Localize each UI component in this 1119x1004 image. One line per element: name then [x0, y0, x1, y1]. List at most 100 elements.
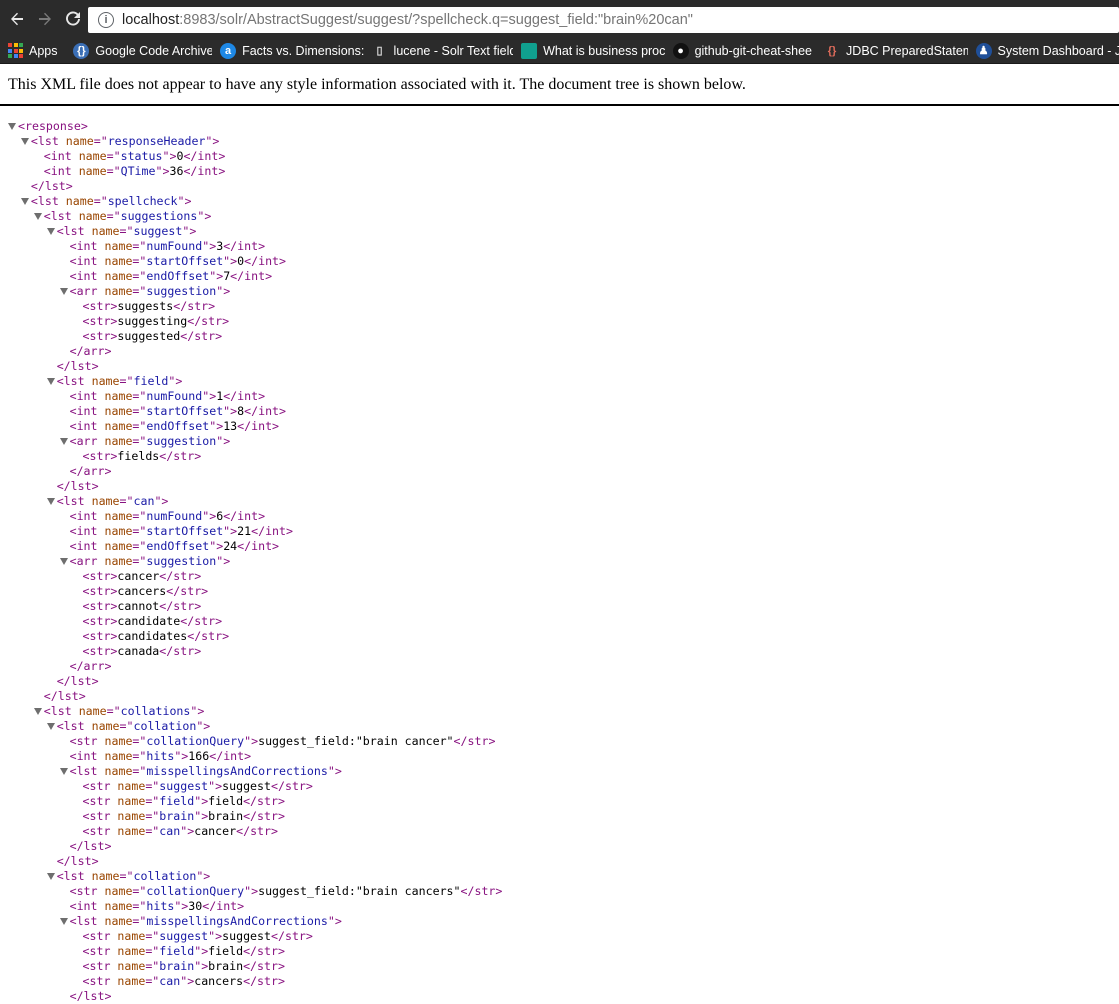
xml-tag: <lst	[69, 764, 98, 778]
xml-tag: <int	[69, 509, 98, 523]
xml-close-tag: </int>	[223, 389, 266, 403]
xml-tag: <str	[82, 629, 111, 643]
xml-close-tag: </int>	[251, 524, 293, 538]
collapse-triangle-icon[interactable]	[46, 723, 55, 730]
xml-close-tag: </arr>	[69, 344, 112, 358]
xml-text: 30	[188, 899, 203, 913]
back-arrow-icon[interactable]	[6, 8, 28, 30]
xml-line[interactable]: <arr name="suggestion">	[0, 554, 1119, 569]
bookmark-item[interactable]: {} JDBC PreparedStatem	[824, 38, 968, 63]
xml-attr-name: name	[117, 809, 146, 823]
xml-close-tag: </str>	[460, 884, 503, 898]
forward-arrow-icon[interactable]	[34, 8, 56, 30]
collapse-triangle-icon[interactable]	[59, 288, 68, 295]
xml-line: </lst>	[0, 359, 1119, 374]
xml-tag: <int	[69, 749, 98, 763]
bookmark-item[interactable]: ▯ lucene - Solr Text field	[372, 38, 514, 63]
xml-text: 13	[223, 419, 238, 433]
xml-close-tag: </lst>	[69, 839, 112, 853]
xml-line: <int name="endOffset">24</int>	[0, 539, 1119, 554]
xml-text: suggest	[222, 779, 272, 793]
collapse-triangle-icon[interactable]	[46, 228, 55, 235]
xml-close-tag: </str>	[243, 944, 285, 958]
xml-attr-value: spellcheck	[107, 194, 178, 208]
xml-tag: <str	[69, 884, 98, 898]
xml-punct: ="	[119, 374, 134, 388]
xml-attr-value: numFound	[146, 389, 203, 403]
xml-line: <str name="collationQuery">suggest_field…	[0, 734, 1119, 749]
xml-line[interactable]: <lst name="field">	[0, 374, 1119, 389]
bookmark-item[interactable]: What is business proc	[521, 38, 665, 63]
xml-text: candidate	[117, 614, 181, 628]
xml-line[interactable]: <lst name="spellcheck">	[0, 194, 1119, 209]
reload-icon[interactable]	[62, 8, 84, 30]
xml-line: <str>candidates</str>	[0, 629, 1119, 644]
xml-line: <str name="brain">brain</str>	[0, 959, 1119, 974]
xml-attr-value: endOffset	[146, 419, 210, 433]
xml-attr-value: responseHeader	[107, 134, 206, 148]
xml-punct: ="	[106, 164, 121, 178]
collapse-triangle-icon[interactable]	[33, 708, 42, 715]
jira-icon: ♟	[975, 42, 992, 59]
info-icon[interactable]: i	[98, 12, 114, 28]
collapse-triangle-icon[interactable]	[33, 213, 42, 220]
xml-text: cannot	[117, 599, 160, 613]
xml-line[interactable]: <lst name="collations">	[0, 704, 1119, 719]
xml-text: cancers	[117, 584, 167, 598]
xml-attr-name: name	[117, 824, 146, 838]
xml-line: <int name="startOffset">21</int>	[0, 524, 1119, 539]
xml-punct: ="	[145, 794, 160, 808]
address-bar[interactable]: i localhost:8983/solr/AbstractSuggest/su…	[88, 7, 1119, 33]
xml-line[interactable]: <response>	[0, 119, 1119, 134]
xml-tag: <str	[82, 299, 111, 313]
xml-attr-name: name	[104, 434, 133, 448]
bookmark-item[interactable]: ● github-git-cheat-shee	[672, 38, 816, 63]
collapse-triangle-icon[interactable]	[46, 873, 55, 880]
xml-tag: <str	[69, 734, 98, 748]
xml-punct: ="	[132, 524, 147, 538]
collapse-triangle-icon[interactable]	[59, 438, 68, 445]
xml-line[interactable]: <lst name="collation">	[0, 719, 1119, 734]
xml-punct: ="	[145, 929, 160, 943]
xml-tag: <str	[82, 644, 111, 658]
xml-tag: <lst	[56, 224, 85, 238]
xml-line[interactable]: <lst name="can">	[0, 494, 1119, 509]
collapse-triangle-icon[interactable]	[46, 498, 55, 505]
xml-text: canada	[117, 644, 160, 658]
collapse-triangle-icon[interactable]	[59, 918, 68, 925]
bookmark-item[interactable]: Apps	[8, 38, 65, 63]
xml-attr-value: can	[159, 824, 181, 838]
xml-line[interactable]: <lst name="responseHeader">	[0, 134, 1119, 149]
xml-line[interactable]: <lst name="misspellingsAndCorrections">	[0, 914, 1119, 929]
xml-punct: ="	[132, 554, 147, 568]
xml-punct: >	[212, 134, 220, 148]
xml-attr-value: suggestion	[146, 554, 217, 568]
xml-line[interactable]: <arr name="suggestion">	[0, 284, 1119, 299]
xml-tag: <str	[82, 809, 111, 823]
collapse-triangle-icon[interactable]	[8, 123, 16, 130]
xml-attr-name: name	[104, 884, 133, 898]
xml-line: <str name="field">field</str>	[0, 794, 1119, 809]
xml-close-tag: </int>	[244, 254, 287, 268]
collapse-triangle-icon[interactable]	[46, 378, 55, 385]
xml-line[interactable]: <lst name="collation">	[0, 869, 1119, 884]
bookmark-item[interactable]: a Facts vs. Dimensions:	[220, 38, 364, 63]
xml-line[interactable]: <arr name="suggestion">	[0, 434, 1119, 449]
collapse-triangle-icon[interactable]	[20, 198, 29, 205]
xml-punct: >	[334, 764, 342, 778]
xml-line: </lst>	[0, 854, 1119, 869]
bookmark-item[interactable]: {} Google Code Archive	[73, 38, 212, 63]
collapse-triangle-icon[interactable]	[59, 768, 68, 775]
xml-line[interactable]: <lst name="suggest">	[0, 224, 1119, 239]
xml-line[interactable]: <lst name="suggestions">	[0, 209, 1119, 224]
xml-punct: ="	[132, 389, 147, 403]
bookmark-item[interactable]: ♟ System Dashboard - J	[975, 38, 1119, 63]
collapse-triangle-icon[interactable]	[59, 558, 68, 565]
google-code-icon: {}	[73, 42, 90, 59]
xml-punct: ="	[106, 704, 121, 718]
xml-close-tag: </arr>	[69, 659, 112, 673]
xml-punct: ="	[132, 254, 147, 268]
xml-line: <str name="field">field</str>	[0, 944, 1119, 959]
collapse-triangle-icon[interactable]	[20, 138, 29, 145]
xml-line[interactable]: <lst name="misspellingsAndCorrections">	[0, 764, 1119, 779]
